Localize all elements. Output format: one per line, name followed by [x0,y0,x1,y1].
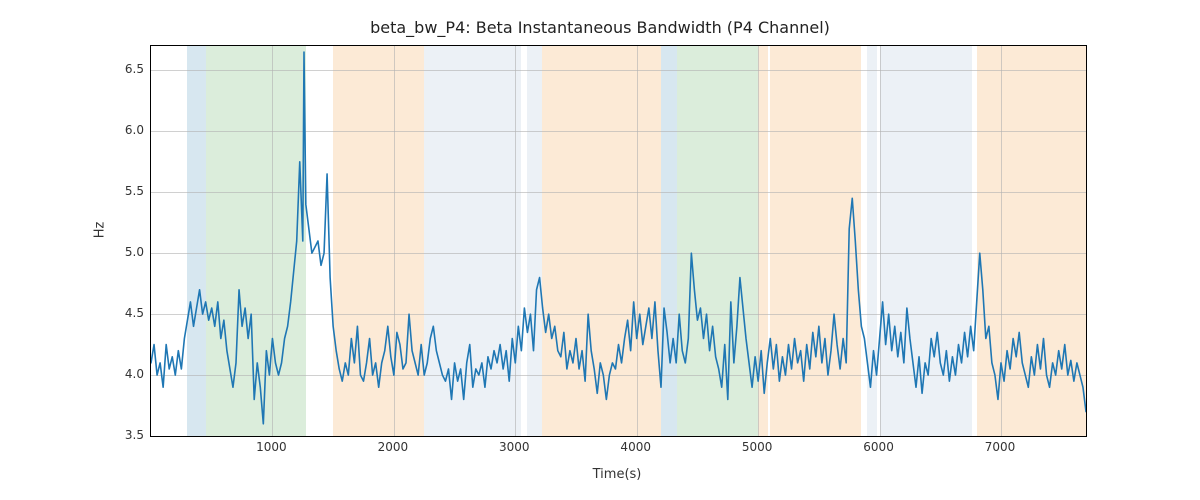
x-tick-label: 5000 [742,440,773,454]
y-tick-label: 3.5 [104,428,144,442]
line-series [151,46,1086,436]
x-tick-label: 1000 [256,440,287,454]
y-tick-label: 6.5 [104,62,144,76]
plot-axes [150,45,1087,437]
x-tick-label: 2000 [378,440,409,454]
x-tick-label: 7000 [985,440,1016,454]
chart-title: beta_bw_P4: Beta Instantaneous Bandwidth… [0,18,1200,37]
x-tick-label: 6000 [863,440,894,454]
figure: beta_bw_P4: Beta Instantaneous Bandwidth… [0,0,1200,500]
y-tick-label: 4.5 [104,306,144,320]
y-tick-label: 6.0 [104,123,144,137]
series-path [151,52,1086,424]
x-tick-label: 3000 [499,440,530,454]
x-tick-label: 4000 [620,440,651,454]
y-tick-label: 5.5 [104,184,144,198]
gridline-h [151,436,1086,437]
y-tick-label: 4.0 [104,367,144,381]
y-tick-label: 5.0 [104,245,144,259]
y-axis-label: Hz [93,222,108,239]
x-axis-label: Time(s) [593,467,642,482]
